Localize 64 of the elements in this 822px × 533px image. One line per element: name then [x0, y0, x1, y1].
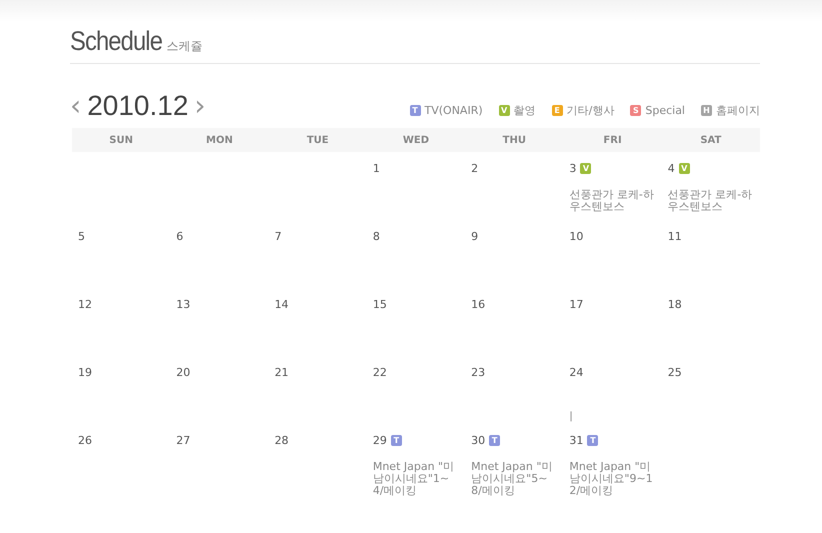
- weekday-header: FRI: [563, 128, 662, 152]
- day-number: 6: [176, 230, 184, 243]
- day-number: 15: [372, 298, 387, 311]
- day-number: 19: [78, 366, 92, 379]
- day-number: 5: [78, 230, 85, 243]
- legend-label: 촬영: [514, 103, 536, 118]
- day-number: 2: [471, 162, 478, 175]
- weekday-header: SAT: [662, 128, 760, 152]
- page-title: Schedule: [70, 26, 162, 57]
- event-title[interactable]: 선풍관가 로케-하우스텐보스: [569, 189, 656, 213]
- day-number: 8: [372, 230, 380, 243]
- day-number: 30: [471, 434, 486, 447]
- category-badge: V: [498, 105, 510, 116]
- day-number: 7: [274, 230, 282, 243]
- day-number: 23: [471, 366, 486, 379]
- next-month-button[interactable]: ›: [194, 92, 206, 120]
- legend-label: Special: [645, 104, 685, 117]
- day-number: 24: [569, 366, 584, 379]
- category-badge: S: [630, 105, 642, 116]
- day-number: 20: [176, 366, 190, 379]
- category-badge: H: [701, 105, 712, 116]
- category-badge: V: [580, 163, 592, 174]
- weekday-header: MON: [170, 128, 269, 152]
- category-badge: T: [489, 435, 500, 446]
- event-title[interactable]: Mnet Japan "미남이시네요"9~12/메이킹: [569, 461, 656, 497]
- day-number: 31: [569, 434, 584, 447]
- category-badge: T: [390, 435, 402, 446]
- previous-month-button[interactable]: ‹: [70, 92, 82, 120]
- event-title[interactable]: Mnet Japan "미남이시네요"5~8/메이킹: [471, 461, 558, 497]
- weekday-header: TUE: [268, 128, 367, 152]
- day-number: 4: [668, 162, 675, 175]
- category-badge: T: [410, 105, 420, 116]
- day-number: 16: [471, 298, 486, 311]
- weekday-header: WED: [366, 128, 466, 152]
- cell-note: |: [569, 411, 574, 422]
- weekday-header: SUN: [72, 128, 170, 152]
- day-number: 25: [668, 366, 682, 379]
- day-number: 11: [668, 230, 682, 243]
- day-number: 1: [372, 162, 380, 175]
- category-badge: E: [552, 105, 563, 116]
- day-number: 29: [372, 434, 387, 447]
- category-badge: V: [678, 163, 690, 174]
- weekday-header: THU: [465, 128, 564, 152]
- day-number: 13: [176, 298, 190, 311]
- day-number: 26: [78, 434, 92, 447]
- day-number: 9: [471, 230, 478, 243]
- day-number: 10: [569, 230, 584, 243]
- day-number: 12: [78, 298, 92, 311]
- day-number: 3: [569, 162, 576, 175]
- day-number: 17: [569, 298, 584, 311]
- day-number: 14: [274, 298, 289, 311]
- legend-label: TV(ONAIR): [424, 104, 483, 117]
- category-badge: T: [587, 435, 598, 446]
- day-number: 28: [274, 434, 289, 447]
- day-number: 18: [668, 298, 682, 311]
- month-label: 2010.12: [87, 90, 188, 122]
- event-title[interactable]: 선풍관가 로케-하우스텐보스: [668, 189, 754, 213]
- legend-label: 기타/행사: [566, 103, 614, 118]
- day-number: 22: [372, 366, 387, 379]
- legend-label: 홈페이지: [716, 103, 760, 118]
- day-number: 27: [176, 434, 190, 447]
- page-subtitle: 스케쥴: [166, 38, 203, 55]
- day-number: 21: [274, 366, 289, 379]
- event-title[interactable]: Mnet Japan "미남이시네요"1~4/메이킹: [372, 461, 460, 497]
